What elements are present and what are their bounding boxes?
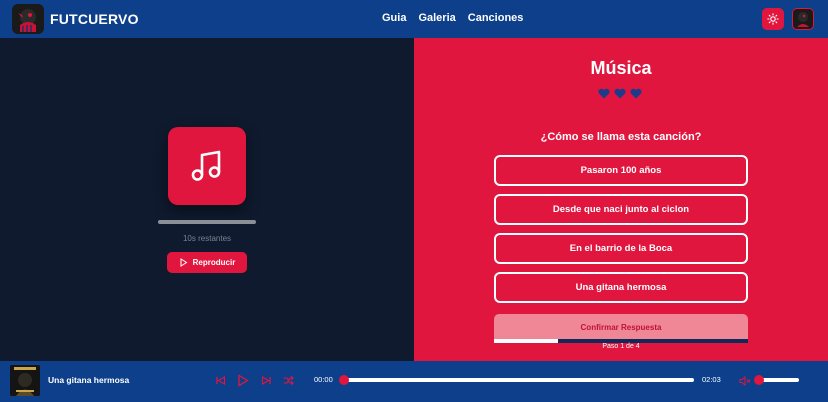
answer-option[interactable]: Desde que naci junto al ciclon xyxy=(494,194,748,225)
answer-option[interactable]: En el barrio de la Boca xyxy=(494,233,748,264)
main-nav: Guia Galeria Canciones xyxy=(382,12,523,24)
skip-back-icon xyxy=(215,375,225,385)
confirm-answer-button[interactable]: Confirmar Respuesta xyxy=(494,314,748,340)
heart-icon xyxy=(598,88,610,99)
music-player: Una gitana hermosa 00:00 02:03 xyxy=(0,361,828,402)
play-icon xyxy=(180,258,188,267)
answer-option[interactable]: Pasaron 100 años xyxy=(494,155,748,186)
quiz-panel: Música ¿Cómo se llama esta canción? Pasa… xyxy=(414,38,828,361)
heart-icon xyxy=(630,88,642,99)
volume-muted-icon xyxy=(739,375,751,387)
volume-slider[interactable] xyxy=(754,375,799,385)
duration: 02:03 xyxy=(702,375,721,384)
shuffle-button[interactable] xyxy=(281,373,295,387)
skip-forward-icon xyxy=(261,375,271,385)
music-note-icon xyxy=(191,150,221,181)
audio-panel: 10s restantes Reproducir xyxy=(0,38,414,361)
nav-guia[interactable]: Guia xyxy=(382,12,406,24)
time-remaining-label: 10s restantes xyxy=(182,234,232,243)
app: FUTCUERVO Guia Galeria Canciones 10s res… xyxy=(0,0,828,402)
quiz-title: Música xyxy=(590,58,652,78)
next-button[interactable] xyxy=(259,373,273,387)
play-clip-button[interactable]: Reproducir xyxy=(167,252,247,273)
nav-galeria[interactable]: Galeria xyxy=(418,12,455,24)
current-time: 00:00 xyxy=(314,375,333,384)
play-clip-label: Reproducir xyxy=(192,258,236,267)
heart-icon xyxy=(614,88,626,99)
play-icon xyxy=(238,373,249,387)
album-cover xyxy=(10,365,40,396)
top-bar: FUTCUERVO Guia Galeria Canciones xyxy=(0,0,828,38)
time-remaining-bar xyxy=(158,220,256,224)
seek-bar[interactable] xyxy=(339,375,694,385)
question-text: ¿Cómo se llama esta canción? xyxy=(540,131,702,143)
avatar-button[interactable] xyxy=(792,8,814,30)
theme-toggle-button[interactable] xyxy=(762,8,784,30)
sun-icon xyxy=(767,13,779,25)
crow-logo[interactable] xyxy=(12,4,44,34)
volume-handle[interactable] xyxy=(754,375,764,385)
lives-hearts xyxy=(598,88,642,99)
nav-canciones[interactable]: Canciones xyxy=(468,12,524,24)
step-indicator: Paso 1 de 4 xyxy=(602,343,640,350)
previous-button[interactable] xyxy=(213,373,227,387)
track-title: Una gitana hermosa xyxy=(48,375,130,385)
avatar xyxy=(793,9,813,29)
brand-name[interactable]: FUTCUERVO xyxy=(50,11,139,27)
music-tile xyxy=(168,127,246,205)
answer-option[interactable]: Una gitana hermosa xyxy=(494,272,748,303)
seek-handle[interactable] xyxy=(339,375,349,385)
play-button[interactable] xyxy=(236,373,250,387)
shuffle-icon xyxy=(282,375,294,385)
mute-button[interactable] xyxy=(739,374,751,387)
